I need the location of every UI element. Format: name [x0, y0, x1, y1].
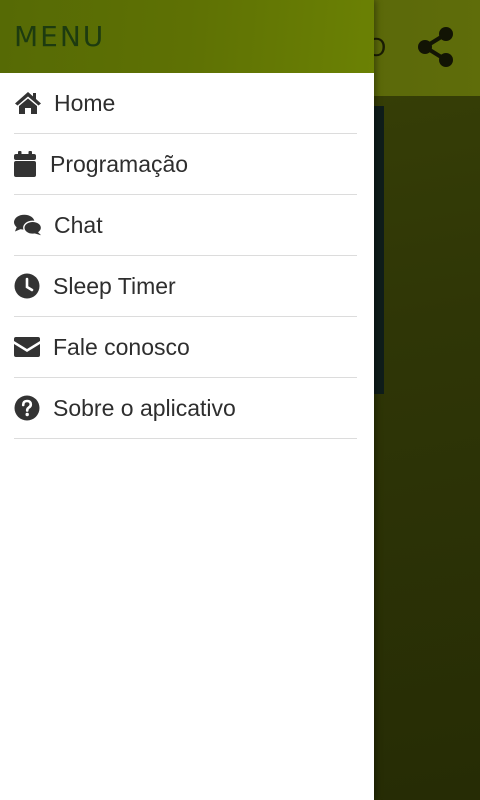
menu-item-label: Fale conosco — [53, 333, 190, 360]
menu-item-sleep-timer[interactable]: Sleep Timer — [14, 256, 357, 317]
menu-item-home[interactable]: Home — [14, 73, 357, 134]
chat-icon — [14, 212, 42, 238]
menu-item-sobre[interactable]: Sobre o aplicativo — [14, 378, 357, 439]
envelope-icon — [14, 334, 41, 360]
menu-item-label: Home — [54, 89, 116, 116]
share-icon — [418, 27, 453, 67]
calendar-icon — [14, 151, 38, 177]
menu-item-label: Chat — [54, 211, 103, 238]
menu-item-label: Sobre o aplicativo — [53, 394, 236, 421]
drawer-header: MENU — [0, 0, 374, 73]
app-screen: O… MENU — [0, 0, 480, 800]
menu-list: Home Programação Chat Sleep Timer Fale c… — [0, 73, 374, 439]
menu-item-fale-conosco[interactable]: Fale conosco — [14, 317, 357, 378]
menu-item-label: Programação — [50, 150, 189, 177]
navigation-drawer: MENU Home Programação Chat Sleep Timer F… — [0, 0, 374, 800]
menu-item-label: Sleep Timer — [53, 272, 176, 299]
menu-item-chat[interactable]: Chat — [14, 195, 357, 256]
share-button[interactable] — [416, 26, 456, 68]
home-icon — [14, 90, 42, 116]
menu-item-programacao[interactable]: Programação — [14, 134, 357, 195]
clock-icon — [14, 273, 41, 299]
drawer-title: MENU — [14, 20, 106, 53]
question-circle-icon — [14, 395, 41, 421]
